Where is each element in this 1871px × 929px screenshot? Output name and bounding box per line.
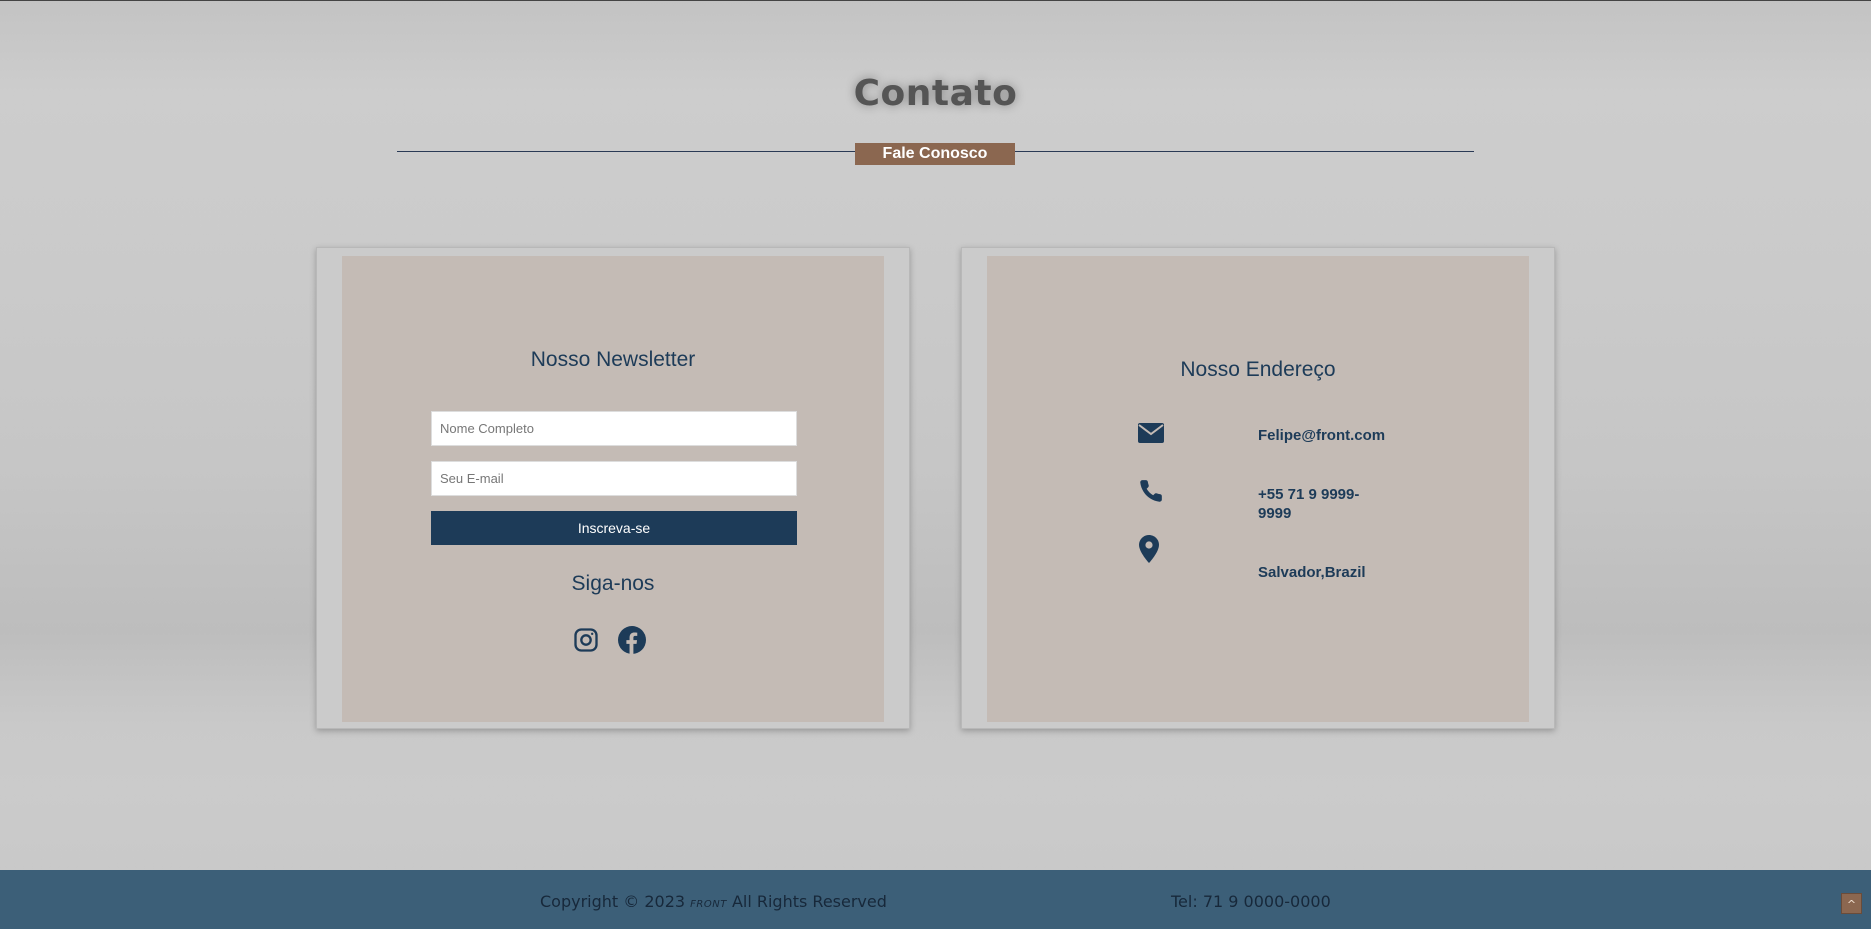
email-input[interactable] [431, 461, 797, 496]
follow-heading: Siga-nos [571, 572, 655, 595]
copyright-prefix: Copyright © 2023 [540, 892, 686, 911]
footer-copyright: Copyright © 2023 FRONT All Rights Reserv… [540, 892, 887, 911]
facebook-icon[interactable] [618, 626, 646, 654]
instagram-icon[interactable] [572, 626, 600, 654]
contact-location: Salvador,Brazil [1258, 564, 1366, 581]
page-title: Contato [853, 73, 1018, 114]
envelope-icon [1138, 423, 1164, 447]
address-heading: Nosso Endereço [1180, 358, 1336, 381]
back-to-top-button[interactable]: ^ [1841, 893, 1862, 914]
address-card-body: Nosso Endereço Felipe@front.com +55 71 9… [987, 256, 1529, 722]
footer-telephone: Tel: 71 9 0000-0000 [1171, 892, 1331, 911]
map-pin-icon [1139, 535, 1159, 567]
full-name-input[interactable] [431, 411, 797, 446]
phone-icon [1138, 478, 1164, 508]
subtitle-badge: Fale Conosco [855, 143, 1015, 165]
address-card: Nosso Endereço Felipe@front.com +55 71 9… [961, 247, 1555, 729]
copyright-suffix: All Rights Reserved [731, 892, 887, 911]
newsletter-card: Nosso Newsletter Inscreva-se Siga-nos [316, 247, 910, 729]
newsletter-heading: Nosso Newsletter [530, 348, 696, 371]
newsletter-card-body: Nosso Newsletter Inscreva-se Siga-nos [342, 256, 884, 722]
footer: Copyright © 2023 FRONT All Rights Reserv… [0, 870, 1871, 929]
subscribe-button[interactable]: Inscreva-se [431, 511, 797, 545]
footer-brand: FRONT [690, 899, 727, 910]
contact-phone: +55 71 9 9999-9999 [1258, 486, 1360, 522]
contact-email: Felipe@front.com [1258, 427, 1386, 444]
